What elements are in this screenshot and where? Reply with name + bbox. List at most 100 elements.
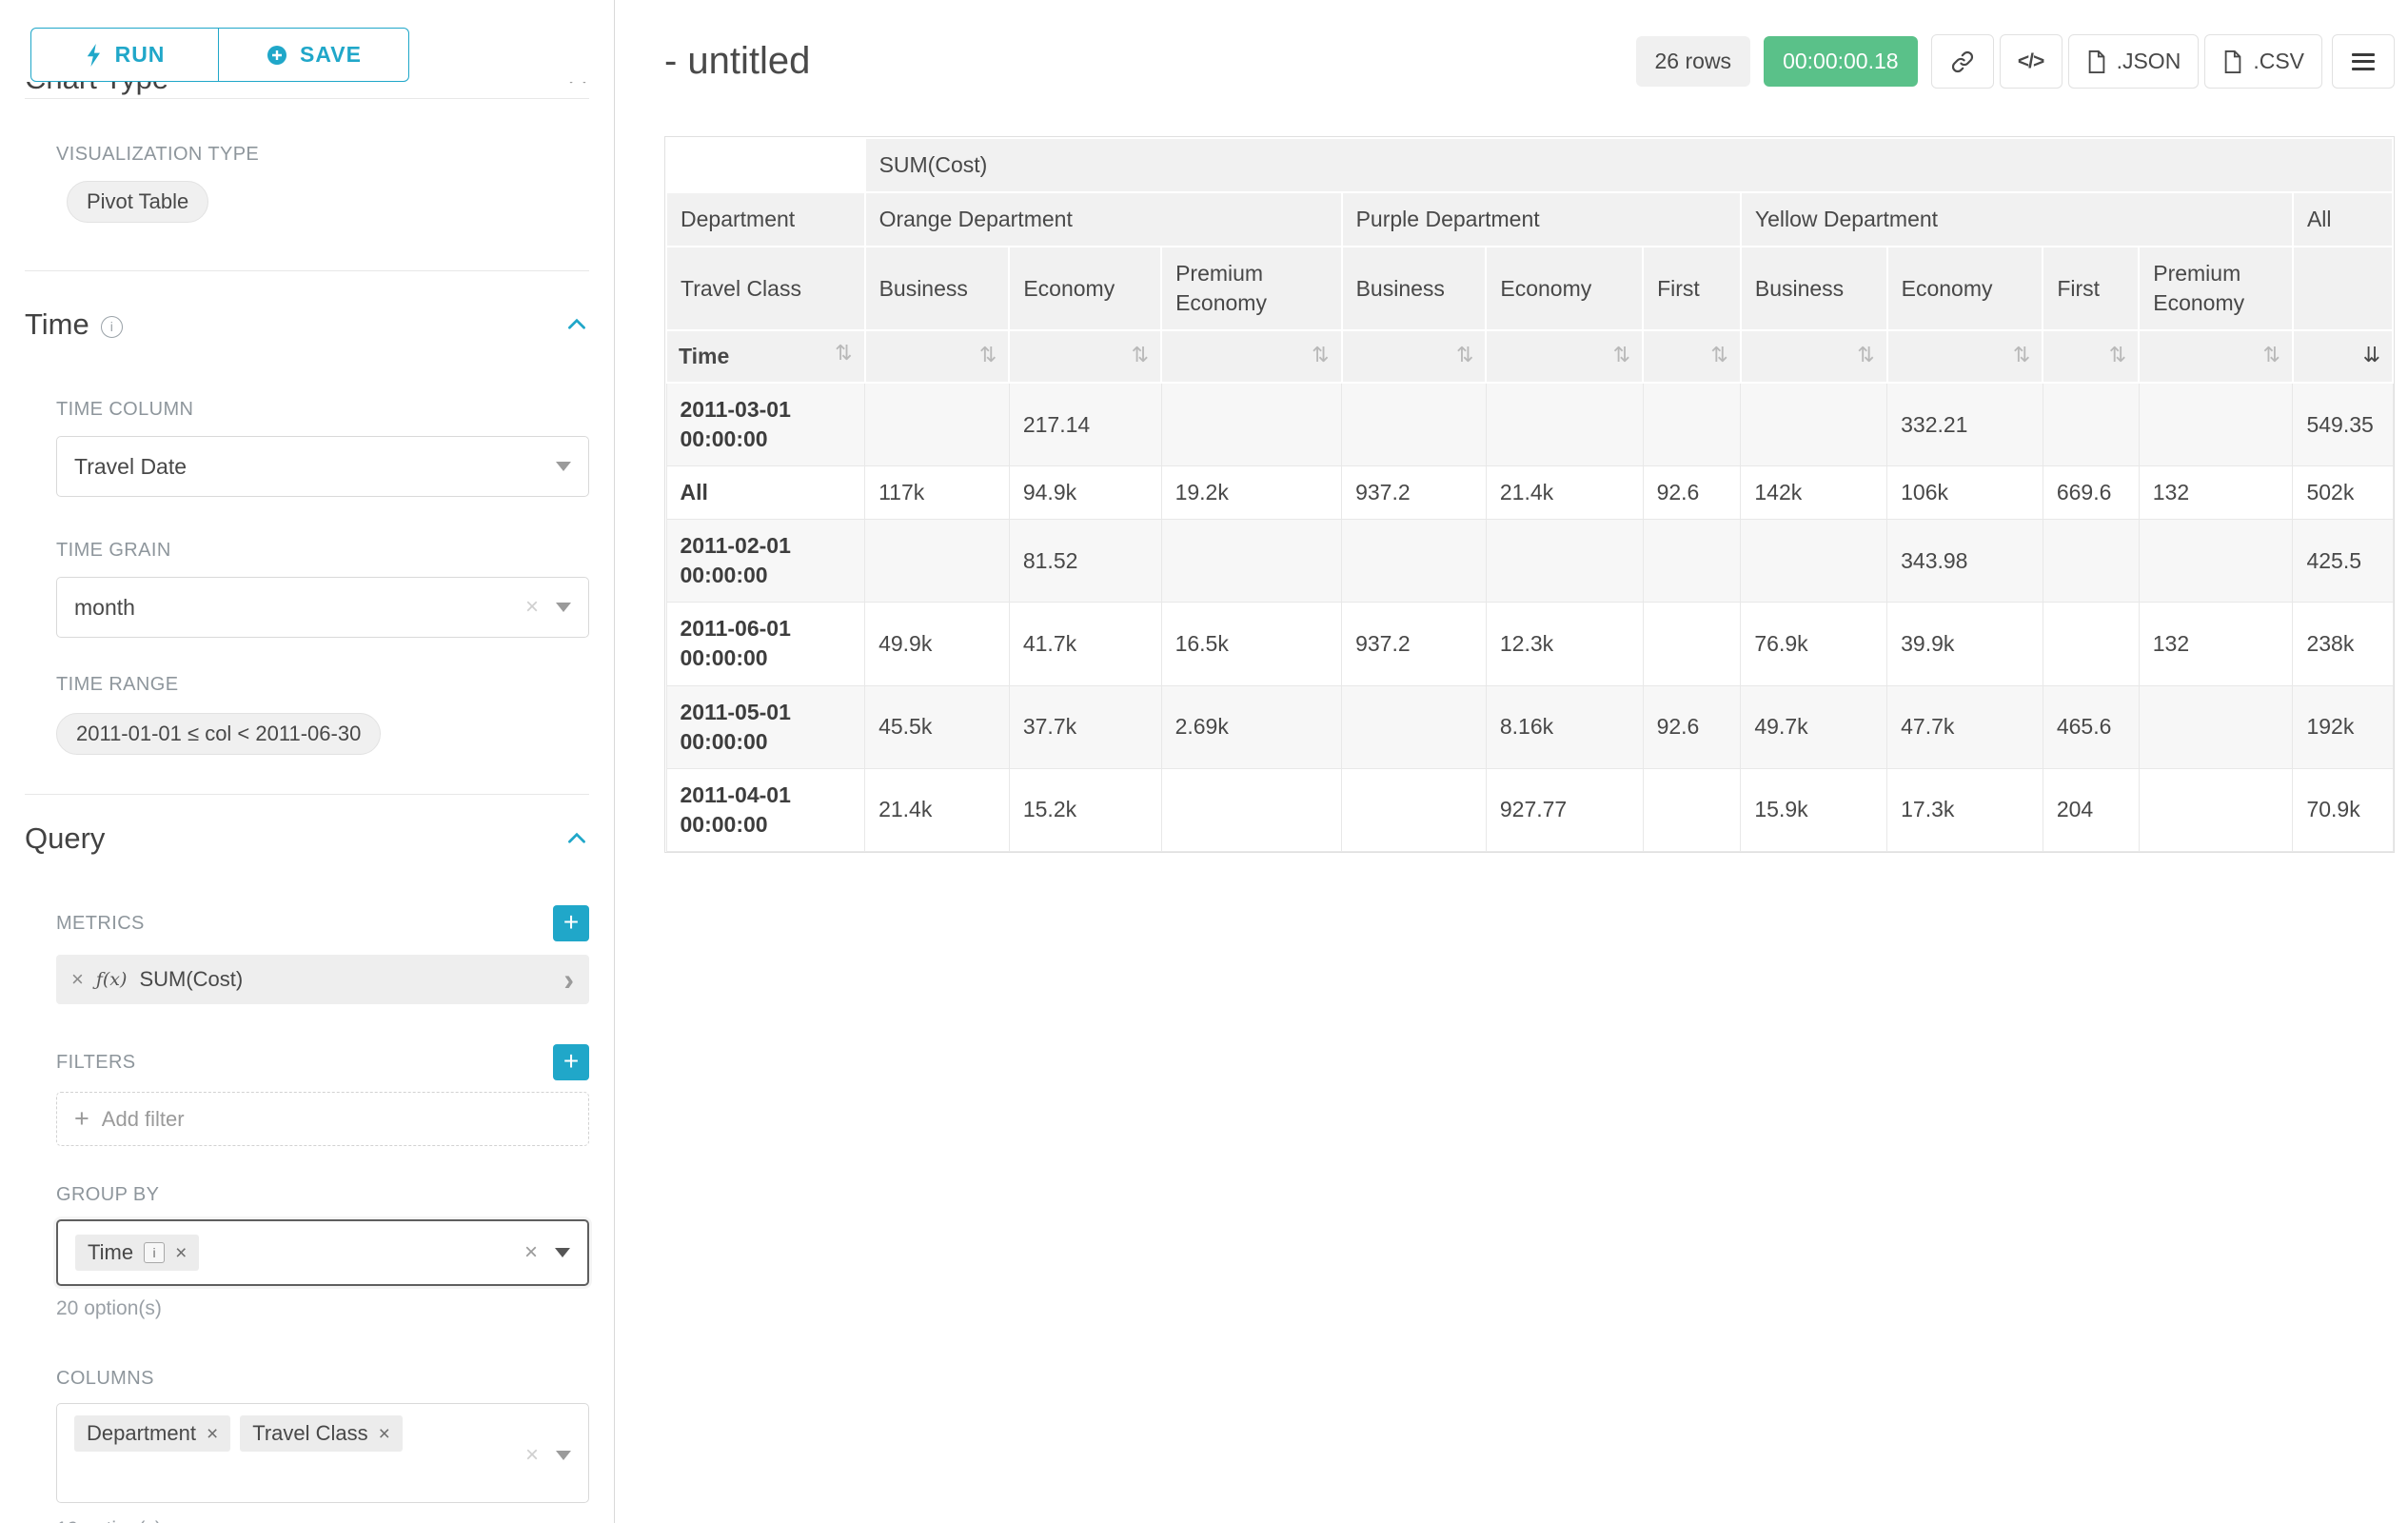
columns-tag[interactable]: Department× bbox=[74, 1415, 230, 1452]
caret-down-icon bbox=[556, 462, 571, 471]
remove-tag-icon[interactable]: × bbox=[379, 1424, 390, 1444]
clear-icon[interactable]: × bbox=[525, 596, 539, 619]
sort-icon[interactable]: ⇅ bbox=[979, 344, 997, 368]
pivot-cell bbox=[1342, 768, 1487, 851]
pivot-cell bbox=[1741, 383, 1887, 466]
pivot-cell: 117k bbox=[865, 466, 1010, 520]
sort-icon[interactable]: ⇅ bbox=[1857, 344, 1874, 368]
pivot-cell bbox=[1342, 383, 1487, 466]
save-button[interactable]: SAVE bbox=[219, 28, 409, 82]
collapse-query-icon[interactable] bbox=[564, 826, 589, 851]
group-by-tag-label: Time bbox=[88, 1240, 133, 1265]
pivot-cell bbox=[2043, 520, 2139, 603]
function-icon: ƒ(x) bbox=[96, 969, 128, 990]
add-filter-plus-button[interactable]: + bbox=[553, 1044, 589, 1080]
metric-item[interactable]: × ƒ(x) SUM(Cost) › bbox=[56, 955, 589, 1004]
query-section-header: Query bbox=[25, 820, 589, 858]
table-row: 2011-05-01 00:00:0045.5k37.7k2.69k8.16k9… bbox=[666, 685, 2393, 768]
add-filter-button[interactable]: + Add filter bbox=[56, 1092, 589, 1146]
columns-tag-area: Department× Travel Class × bbox=[74, 1415, 412, 1452]
sort-icon[interactable]: ⇅ bbox=[1613, 344, 1630, 368]
copy-link-button[interactable] bbox=[1931, 34, 1994, 89]
pivot-table-container: SUM(Cost)DepartmentOrange DepartmentPurp… bbox=[664, 136, 2395, 853]
pivot-sort-cell: ⇅ bbox=[1486, 330, 1643, 383]
pivot-cell bbox=[1486, 383, 1643, 466]
export-json-button[interactable]: .JSON bbox=[2068, 34, 2200, 89]
pivot-cell bbox=[865, 383, 1010, 466]
pivot-travel-class-axis-label: Travel Class bbox=[666, 247, 865, 330]
group-by-tag[interactable]: Timei× bbox=[75, 1235, 199, 1271]
sort-icon[interactable]: ⇅ bbox=[1312, 344, 1329, 368]
pivot-cell: 19.2k bbox=[1161, 466, 1342, 520]
plus-circle-icon bbox=[266, 44, 288, 67]
table-row: All117k94.9k19.2k937.221.4k92.6142k106k6… bbox=[666, 466, 2393, 520]
pivot-travel-class-header: Economy bbox=[1887, 247, 2043, 330]
pivot-cell bbox=[1486, 520, 1643, 603]
group-by-select[interactable]: Timei× × bbox=[56, 1219, 589, 1286]
remove-metric-icon[interactable]: × bbox=[71, 969, 84, 990]
pivot-cell bbox=[2139, 383, 2293, 466]
pivot-cell: 92.6 bbox=[1643, 466, 1741, 520]
sort-icon[interactable]: ⇅ bbox=[1456, 344, 1473, 368]
chart-header: - untitled 26 rows 00:00:00.18 </> .JSON bbox=[664, 34, 2395, 89]
pivot-cell bbox=[1643, 383, 1741, 466]
pivot-cell: 15.2k bbox=[1009, 768, 1161, 851]
pivot-cell bbox=[2139, 768, 2293, 851]
sort-icon[interactable]: ⇅ bbox=[2013, 344, 2030, 368]
sort-icon[interactable]: ⇅ bbox=[835, 342, 852, 366]
clear-icon[interactable]: × bbox=[525, 1444, 539, 1467]
clear-icon[interactable]: × bbox=[524, 1241, 538, 1264]
pivot-sort-cell: ⇅ bbox=[2139, 330, 2293, 383]
pivot-cell: 502k bbox=[2293, 466, 2393, 520]
divider bbox=[25, 270, 589, 271]
pivot-travel-class-header: Economy bbox=[1009, 247, 1161, 330]
pivot-time-label: Time bbox=[679, 342, 729, 371]
pivot-sort-cell: ⇅ bbox=[1887, 330, 2043, 383]
collapse-time-icon[interactable] bbox=[564, 312, 589, 337]
pivot-department-header: All bbox=[2293, 192, 2393, 247]
file-icon bbox=[2086, 50, 2107, 73]
run-button-label: RUN bbox=[115, 42, 166, 68]
menu-button[interactable] bbox=[2332, 34, 2395, 89]
time-column-select[interactable]: Travel Date bbox=[56, 436, 589, 497]
columns-select[interactable]: Department× Travel Class × × bbox=[56, 1403, 589, 1503]
columns-tag[interactable]: Travel Class × bbox=[240, 1415, 403, 1452]
pivot-cell: 927.77 bbox=[1486, 768, 1643, 851]
pivot-cell bbox=[865, 520, 1010, 603]
columns-options-hint: 19 option(s) bbox=[56, 1518, 589, 1523]
sort-icon[interactable]: ⇅ bbox=[2263, 344, 2280, 368]
export-toolbar: </> .JSON .CSV bbox=[1931, 34, 2395, 89]
chart-panel: - untitled 26 rows 00:00:00.18 </> .JSON bbox=[615, 0, 2408, 1523]
remove-tag-icon[interactable]: × bbox=[175, 1243, 187, 1263]
pivot-cell: 669.6 bbox=[2043, 466, 2139, 520]
pivot-travel-class-header bbox=[2293, 247, 2393, 330]
sort-icon[interactable]: ⇅ bbox=[2109, 344, 2126, 368]
columns-tag-label: Travel Class bbox=[252, 1421, 367, 1446]
sort-icon[interactable]: ⇅ bbox=[1710, 344, 1727, 368]
row-count-badge: 26 rows bbox=[1636, 36, 1751, 87]
embed-code-button[interactable]: </> bbox=[2000, 34, 2063, 89]
table-row: 2011-04-01 00:00:0021.4k15.2k927.7715.9k… bbox=[666, 768, 2393, 851]
pivot-cell: 465.6 bbox=[2043, 685, 2139, 768]
time-range-pill[interactable]: 2011-01-01 ≤ col < 2011-06-30 bbox=[56, 713, 381, 755]
code-icon: </> bbox=[2018, 50, 2043, 73]
chart-type-heading: Chart Type bbox=[25, 82, 168, 96]
remove-tag-icon[interactable]: × bbox=[207, 1424, 218, 1444]
pivot-sort-cell: ⇊ bbox=[2293, 330, 2393, 383]
caret-down-icon bbox=[556, 1451, 571, 1460]
export-csv-button[interactable]: .CSV bbox=[2204, 34, 2322, 89]
chevron-up-icon[interactable] bbox=[566, 82, 589, 90]
add-metric-button[interactable]: + bbox=[553, 905, 589, 941]
query-section-title: Query bbox=[25, 821, 105, 856]
pivot-cell: 238k bbox=[2293, 603, 2393, 685]
sort-descending-icon[interactable]: ⇊ bbox=[2363, 344, 2380, 368]
sort-icon[interactable]: ⇅ bbox=[1132, 344, 1149, 368]
run-button[interactable]: RUN bbox=[30, 28, 219, 82]
pivot-cell: 425.5 bbox=[2293, 520, 2393, 603]
viz-type-pill[interactable]: Pivot Table bbox=[67, 181, 208, 223]
table-row: 2011-02-01 00:00:0081.52343.98425.5 bbox=[666, 520, 2393, 603]
pivot-cell: 549.35 bbox=[2293, 383, 2393, 466]
chevron-right-icon[interactable]: › bbox=[563, 964, 574, 995]
time-grain-select[interactable]: month × bbox=[56, 577, 589, 638]
pivot-row-label: 2011-04-01 00:00:00 bbox=[666, 768, 865, 851]
